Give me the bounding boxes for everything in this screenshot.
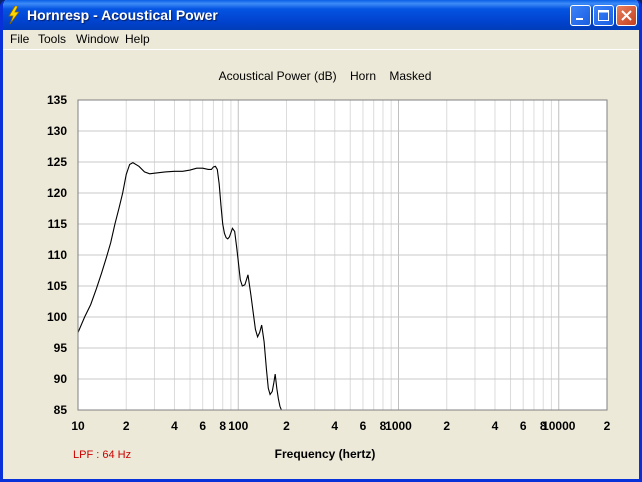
x-tick-label: 100	[228, 419, 248, 433]
y-tick-label: 95	[54, 341, 68, 355]
maximize-button[interactable]	[593, 5, 614, 26]
close-button[interactable]	[616, 5, 637, 26]
x-tick-label: 10	[71, 419, 85, 433]
x-tick-label: 4	[331, 419, 338, 433]
lpf-annotation: LPF : 64 Hz	[73, 449, 131, 461]
menu-help[interactable]: Help	[125, 32, 150, 46]
window-title: Hornresp - Acoustical Power	[27, 7, 218, 23]
x-tick-label: 2	[604, 419, 611, 433]
y-tick-label: 85	[54, 403, 68, 417]
x-tick-label: 6	[360, 419, 367, 433]
menu-window[interactable]: Window	[76, 32, 119, 46]
x-tick-labels: 10 2 4 6 8 100 2 4 6 81000 2 4 6 810000 2	[71, 419, 610, 433]
y-tick-label: 120	[47, 186, 67, 200]
hornresp-app-icon	[8, 6, 20, 24]
minimize-icon	[576, 18, 583, 20]
y-tick-labels: 135 130 125 120 115 110 105 100 95 90 85	[47, 93, 67, 417]
y-tick-label: 125	[47, 155, 67, 169]
menu-file[interactable]: File	[10, 32, 29, 46]
y-tick-label: 105	[47, 279, 67, 293]
hornresp-window: Hornresp - Acoustical Power File Tools W…	[0, 0, 642, 482]
x-tick-label: 2	[443, 419, 450, 433]
x-tick-label: 1000	[385, 419, 412, 433]
chart-area: Acoustical Power (dB) Horn Masked 135 130…	[3, 49, 639, 479]
menu-tools[interactable]: Tools	[38, 32, 66, 46]
x-tick-label: 4	[171, 419, 178, 433]
chart-title: Acoustical Power (dB) Horn Masked	[219, 69, 432, 83]
x-tick-label: 4	[492, 419, 499, 433]
maximize-icon	[598, 10, 609, 21]
y-tick-label: 100	[47, 310, 67, 324]
minimize-button[interactable]	[570, 5, 591, 26]
y-tick-label: 115	[48, 217, 68, 231]
x-tick-label: 6	[520, 419, 527, 433]
y-tick-label: 130	[47, 124, 67, 138]
title-bar[interactable]: Hornresp - Acoustical Power	[3, 0, 639, 30]
y-tick-label: 135	[47, 93, 67, 107]
x-tick-label: 10000	[542, 419, 576, 433]
x-tick-label: 2	[283, 419, 290, 433]
menu-bar: File Tools Window Help	[3, 30, 639, 49]
y-tick-label: 110	[48, 248, 68, 262]
x-axis-label: Frequency (hertz)	[275, 447, 376, 461]
acoustical-power-chart: Acoustical Power (dB) Horn Masked 135 130…	[47, 69, 611, 461]
y-tick-label: 90	[54, 372, 68, 386]
x-tick-label: 8	[219, 419, 226, 433]
close-icon	[621, 10, 632, 21]
x-tick-label: 6	[199, 419, 206, 433]
x-tick-label: 2	[123, 419, 130, 433]
